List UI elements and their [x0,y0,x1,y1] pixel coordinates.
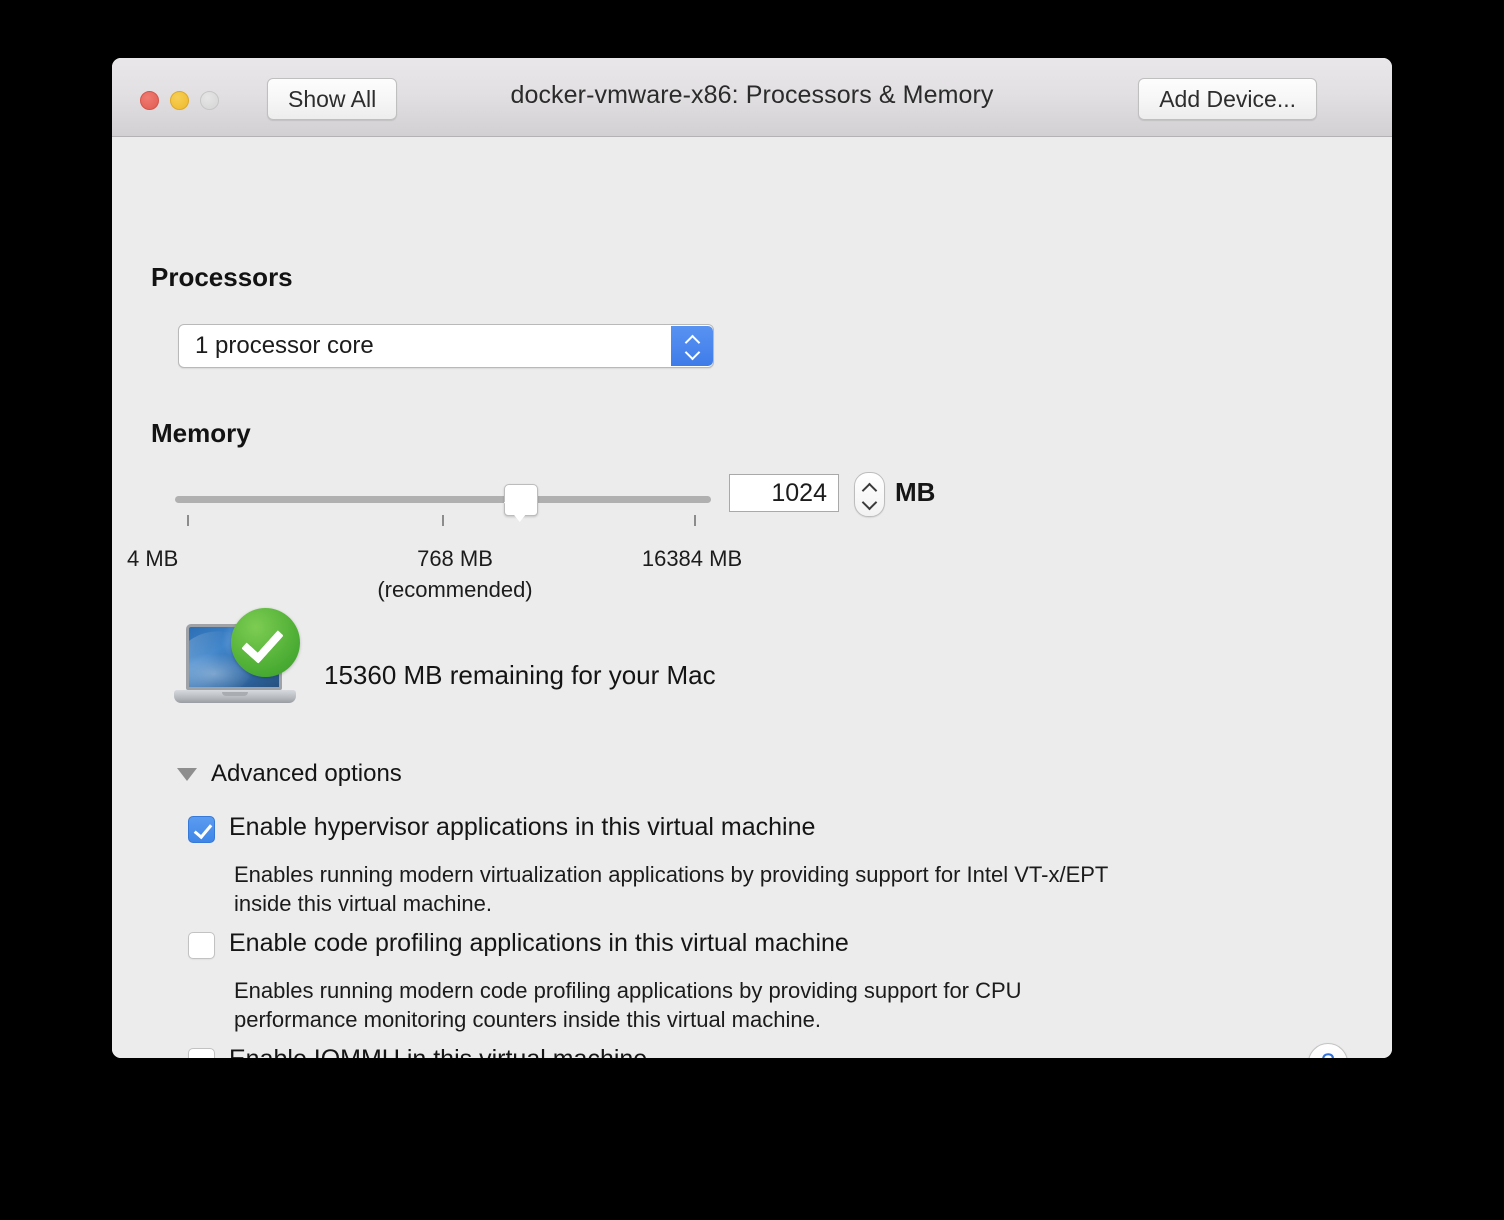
close-window-button[interactable] [140,91,159,110]
memory-recommended-value: 768 MB [355,543,555,574]
memory-slider[interactable] [175,485,711,541]
memory-slider-track[interactable] [175,496,711,503]
memory-recommended-note: (recommended) [355,574,555,605]
processor-core-selected-value: 1 processor core [179,332,671,360]
question-mark-icon: ? [1321,1049,1335,1059]
chevron-down-icon [685,348,700,356]
zoom-window-button[interactable] [200,91,219,110]
hypervisor-checkbox-label: Enable hypervisor applications in this v… [229,813,815,842]
code-profiling-description: Enables running modern code profiling ap… [234,976,1134,1034]
chevron-up-icon [862,484,877,492]
show-all-button[interactable]: Show All [267,78,397,120]
hypervisor-checkbox-row[interactable]: Enable hypervisor applications in this v… [188,813,815,843]
memory-slider-min-label: 4 MB [127,543,178,574]
memory-slider-tick-mid [442,515,444,526]
window-titlebar: Show All docker-vmware-x86: Processors &… [112,58,1392,137]
help-button[interactable]: ? [1308,1043,1348,1058]
settings-content: Processors 1 processor core Memory 4 MB … [112,137,1392,1058]
hypervisor-description: Enables running modern virtualization ap… [234,860,1134,918]
processors-heading: Processors [151,262,293,293]
chevron-down-icon [862,498,877,506]
code-profiling-checkbox[interactable] [188,932,215,959]
processor-core-select[interactable]: 1 processor core [178,324,714,368]
traffic-light-group [140,91,219,110]
memory-remaining-text: 15360 MB remaining for your Mac [324,660,716,691]
memory-slider-recommended-label: 768 MB (recommended) [355,543,555,605]
settings-window: Show All docker-vmware-x86: Processors &… [112,58,1392,1058]
memory-value-input[interactable]: 1024 [729,474,839,512]
memory-value-stepper[interactable] [854,472,885,517]
memory-heading: Memory [151,418,251,449]
mac-notch [222,692,248,696]
green-check-badge-icon [231,608,300,677]
memory-slider-thumb[interactable] [504,484,538,516]
minimize-window-button[interactable] [170,91,189,110]
memory-slider-max-label: 16384 MB [592,543,792,574]
memory-slider-tick-min [187,515,189,526]
hypervisor-checkbox[interactable] [188,816,215,843]
code-profiling-checkbox-label: Enable code profiling applications in th… [229,929,849,958]
code-profiling-checkbox-row[interactable]: Enable code profiling applications in th… [188,929,849,959]
chevron-up-icon [685,336,700,344]
iommu-checkbox-label: Enable IOMMU in this virtual machine [229,1045,647,1058]
triangle-down-icon[interactable] [177,768,197,781]
iommu-checkbox-row[interactable]: Enable IOMMU in this virtual machine [188,1045,647,1058]
memory-unit-label: MB [895,477,935,508]
add-device-button[interactable]: Add Device... [1138,78,1317,120]
show-all-label: Show All [288,86,376,113]
advanced-options-disclosure[interactable]: Advanced options [177,760,402,788]
mac-computer-icon [174,622,296,718]
iommu-checkbox[interactable] [188,1048,215,1058]
memory-slider-tick-max [694,515,696,526]
add-device-label: Add Device... [1159,86,1296,113]
advanced-options-label: Advanced options [211,760,402,788]
processor-select-stepper-icon[interactable] [671,326,713,366]
